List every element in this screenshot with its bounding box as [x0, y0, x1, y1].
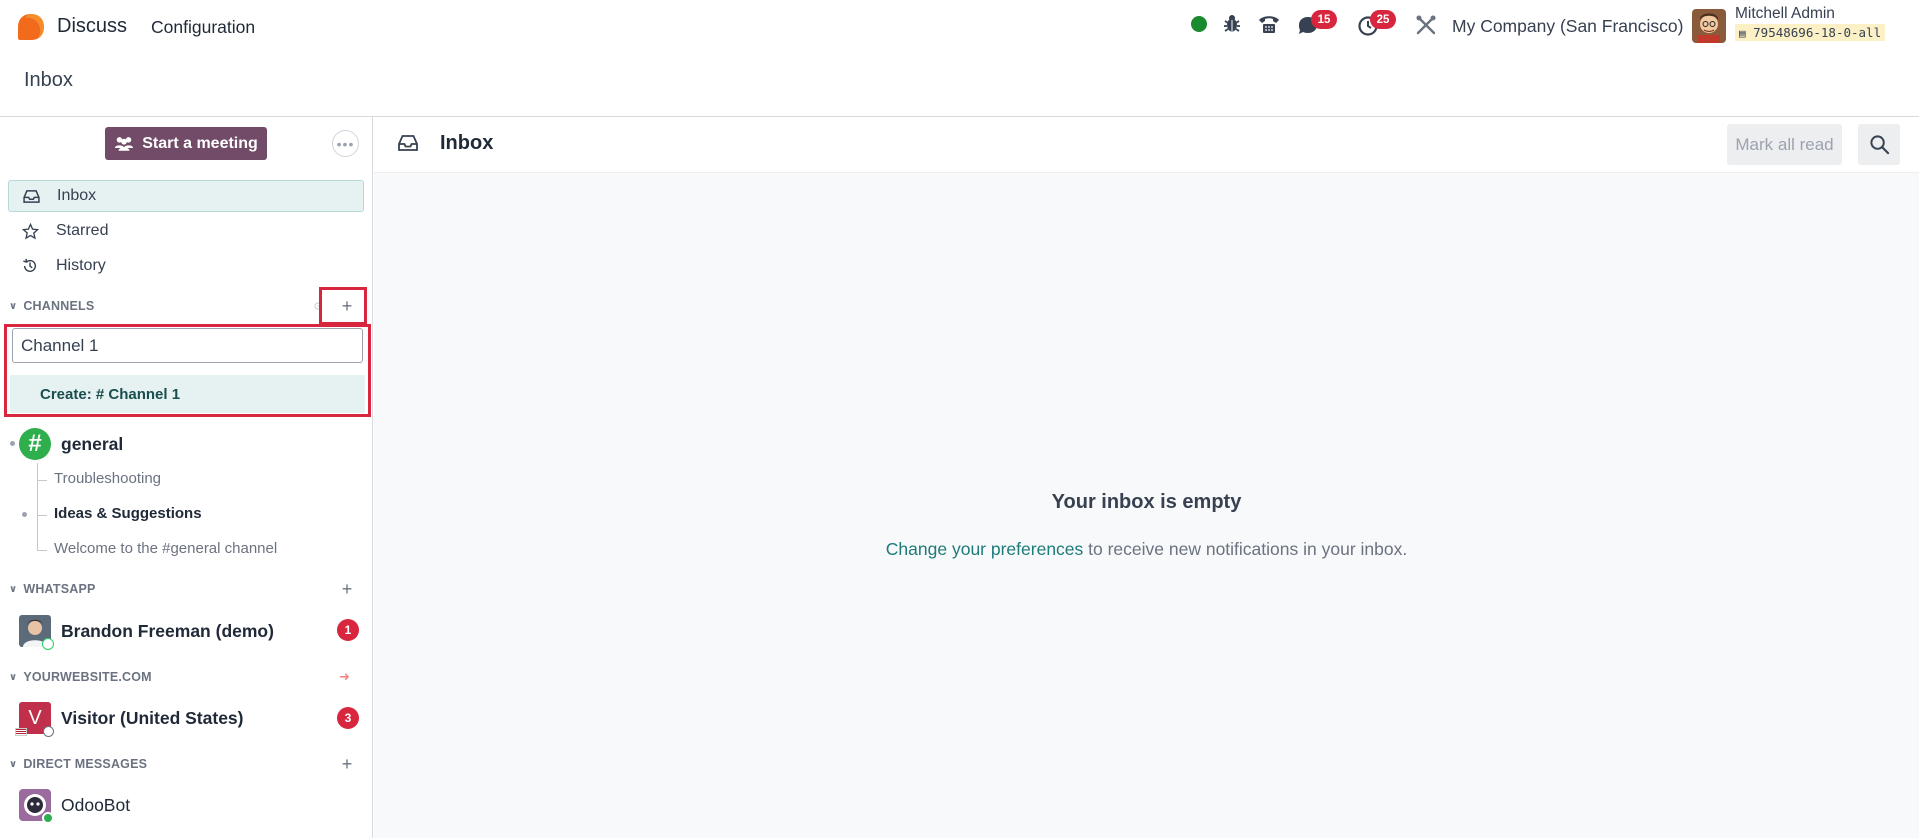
users-icon — [115, 137, 134, 151]
visitor-avatar: V — [15, 702, 54, 737]
category-title: DIRECT MESSAGES — [23, 757, 148, 771]
whatsapp-contact-row[interactable]: Brandon Freeman (demo) — [19, 615, 274, 650]
phone-icon[interactable] — [1257, 13, 1281, 35]
sidebar-item-inbox[interactable]: Inbox — [8, 180, 364, 212]
thread-connector — [37, 516, 47, 551]
contact-name: Brandon Freeman (demo) — [61, 620, 274, 641]
thread-header — [374, 117, 1919, 173]
thread-troubleshooting[interactable]: Troubleshooting — [54, 470, 161, 487]
add-dm-button[interactable]: + — [338, 754, 356, 774]
unread-count-badge: 3 — [337, 707, 359, 729]
history-icon — [20, 258, 40, 274]
ellipsis-icon: ••• — [336, 135, 355, 152]
empty-inbox-description: Change your preferences to receive new n… — [374, 539, 1919, 560]
category-channels-toggle[interactable]: ∨ CHANNELS — [9, 299, 94, 313]
discuss-sidebar: Start a meeting ••• Inbox Starred Histor… — [0, 117, 373, 838]
unread-dot — [22, 512, 27, 517]
add-whatsapp-button[interactable]: + — [338, 579, 356, 599]
start-meeting-label: Start a meeting — [142, 134, 258, 152]
visitor-row[interactable]: V Visitor (United States) — [15, 702, 244, 737]
breadcrumb: Inbox — [24, 69, 73, 91]
presence-status-icon[interactable] — [1191, 16, 1207, 32]
user-avatar[interactable] — [1692, 9, 1726, 43]
sidebar-item-history[interactable]: History — [8, 250, 364, 282]
thread-ideas-suggestions[interactable]: Ideas & Suggestions — [54, 505, 202, 522]
unread-dot — [10, 441, 15, 446]
chevron-down-icon: ∨ — [9, 671, 18, 683]
menu-configuration[interactable]: Configuration — [151, 17, 255, 38]
visitor-name: Visitor (United States) — [61, 707, 244, 728]
database-name-badge: ▤ 79548696-18-0-all — [1735, 24, 1886, 41]
mark-all-read-button[interactable]: Mark all read — [1727, 124, 1842, 165]
messages-count-badge: 15 — [1311, 10, 1337, 29]
contact-avatar — [19, 615, 54, 650]
empty-inbox-text: to receive new notifications in your inb… — [1083, 539, 1408, 559]
category-dm-toggle[interactable]: ∨ DIRECT MESSAGES — [9, 757, 147, 771]
create-channel-option[interactable]: Create: # Channel 1 — [10, 375, 365, 413]
thread-connector — [37, 481, 47, 516]
category-title: WHATSAPP — [23, 582, 96, 596]
database-icon: ▤ — [1739, 27, 1746, 40]
user-name[interactable]: Mitchell Admin — [1735, 5, 1835, 23]
thread-content: Your inbox is empty Change your preferen… — [374, 173, 1919, 838]
control-panel: Inbox — [0, 53, 1919, 117]
online-status-icon — [42, 812, 54, 824]
chevron-down-icon: ∨ — [9, 300, 18, 312]
inbox-icon — [21, 189, 41, 203]
sidebar-item-label: Starred — [56, 222, 109, 239]
change-preferences-link[interactable]: Change your preferences — [886, 539, 1083, 559]
start-meeting-button[interactable]: Start a meeting — [105, 127, 267, 160]
leave-category-icon[interactable]: ➜ — [339, 669, 350, 685]
debug-bug-icon[interactable] — [1221, 13, 1243, 35]
chevron-down-icon: ∨ — [9, 583, 18, 595]
settings-tools-icon[interactable] — [1415, 14, 1437, 36]
company-switcher[interactable]: My Company (San Francisco) — [1452, 16, 1683, 37]
inbox-header-icon — [398, 135, 418, 156]
sidebar-item-label: History — [56, 257, 106, 274]
channel-name: general — [61, 433, 124, 454]
unread-count-badge: 1 — [337, 619, 359, 641]
channel-name-input[interactable] — [12, 328, 363, 363]
us-flag-icon — [15, 728, 27, 736]
thread-welcome[interactable]: Welcome to the #general channel — [54, 540, 277, 557]
discuss-app-logo-icon[interactable] — [17, 13, 45, 41]
dm-contact-name: OdooBot — [61, 794, 131, 815]
activities-count-badge: 25 — [1370, 10, 1396, 29]
top-navbar: Discuss Configuration 15 25 My Company (… — [0, 0, 1919, 53]
category-title: YOURWEBSITE.COM — [23, 670, 152, 684]
chevron-down-icon: ∨ — [9, 758, 18, 770]
more-options-button[interactable]: ••• — [332, 130, 359, 157]
category-website-toggle[interactable]: ∨ YOURWEBSITE.COM — [9, 670, 152, 684]
category-title: CHANNELS — [23, 299, 95, 313]
category-whatsapp-toggle[interactable]: ∨ WHATSAPP — [9, 582, 96, 596]
add-channel-button[interactable]: + — [338, 296, 356, 316]
visitor-initial: V — [28, 706, 42, 729]
star-icon — [20, 222, 40, 240]
dm-odoobot-row[interactable]: OdooBot — [19, 789, 131, 824]
offline-status-icon — [43, 726, 54, 737]
search-icon — [1869, 135, 1889, 155]
database-name: 79548696-18-0-all — [1753, 25, 1882, 40]
app-name[interactable]: Discuss — [57, 15, 127, 38]
channel-general[interactable]: # general — [19, 428, 123, 460]
search-button[interactable] — [1858, 124, 1900, 165]
sidebar-item-label: Inbox — [57, 187, 97, 204]
thread-connector — [37, 463, 47, 481]
hash-channel-icon: # — [19, 428, 51, 460]
thread-title: Inbox — [440, 132, 494, 154]
whatsapp-icon — [42, 638, 54, 650]
odoobot-avatar — [19, 789, 54, 824]
sidebar-item-starred[interactable]: Starred — [8, 215, 364, 247]
empty-inbox-title: Your inbox is empty — [1051, 491, 1242, 513]
